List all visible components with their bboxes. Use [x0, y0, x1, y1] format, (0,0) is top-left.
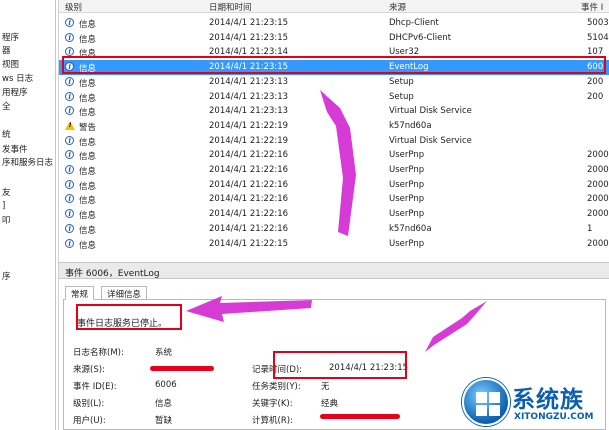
watermark: 系统族 XITONGZU.COM	[462, 378, 609, 430]
arrow-to-selected-row	[320, 90, 356, 236]
annotation-arrows	[186, 90, 487, 352]
tab-general[interactable]: 常规	[65, 286, 95, 300]
arrow-to-message	[186, 296, 312, 322]
windows-logo-icon	[462, 378, 510, 426]
event-viewer-window: 程序器视图 ws 日志 用程序全统发事件 序和服务日志友] 叩序 级别 日期和时间 来源…	[0, 0, 609, 430]
watermark-url: XITONGZU.COM	[514, 412, 594, 422]
watermark-brand: 系统族	[512, 387, 584, 413]
arrow-to-logged-time	[425, 301, 487, 352]
